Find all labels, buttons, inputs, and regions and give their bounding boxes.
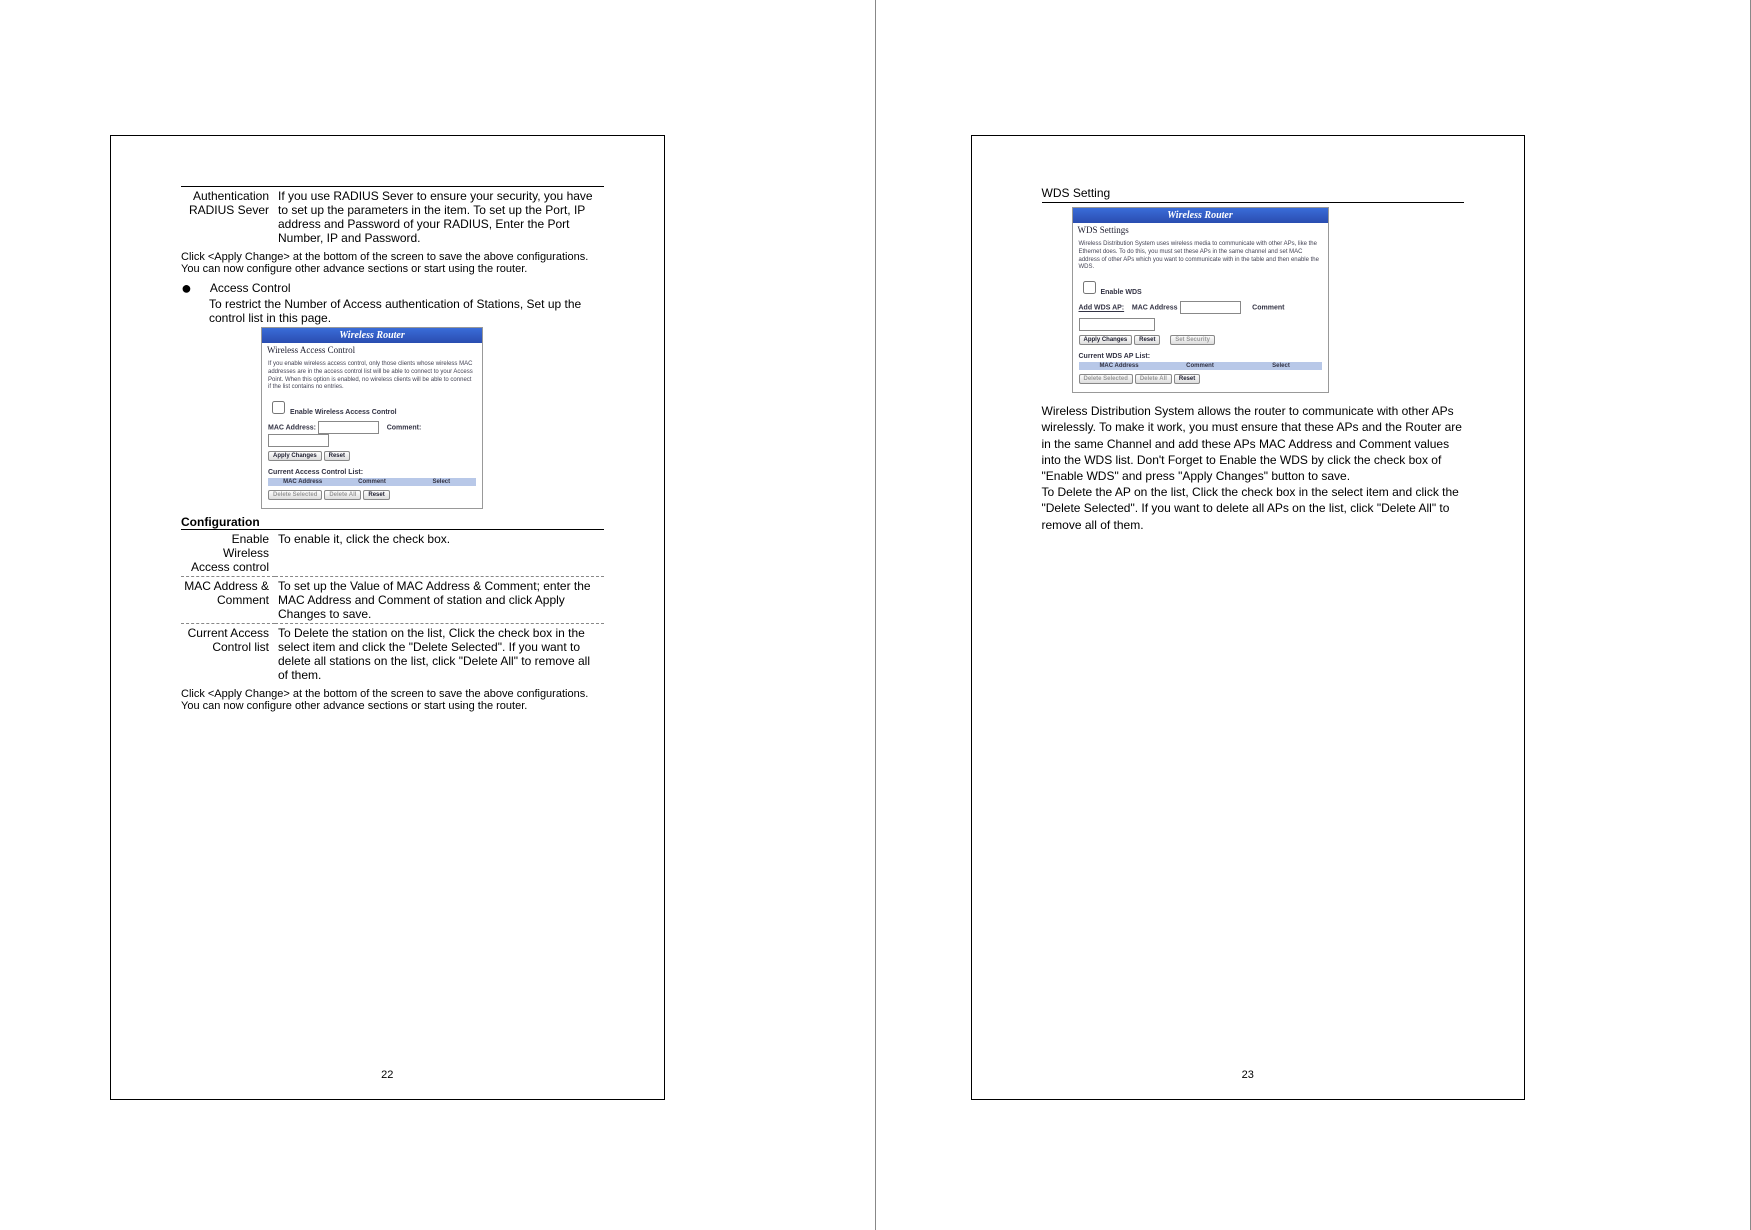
enable-wac-label: Enable Wireless Access Control [290,409,397,416]
bullet-icon: ● [181,283,192,293]
mac-input[interactable] [318,421,379,434]
reset-button[interactable]: Reset [1134,335,1160,345]
add-wds-label: Add WDS AP: [1079,305,1125,312]
col-mac: MAC Address [1079,363,1160,369]
auth-desc: If you use RADIUS Sever to ensure your s… [275,187,604,248]
wds-screenshot: Wireless Router WDS Settings Wireless Di… [1072,207,1329,393]
mac-label: MAC Address [1132,305,1178,312]
comment-label: Comment: [387,425,422,432]
row1-val: To enable it, click the check box. [275,530,604,577]
delete-selected-button[interactable]: Delete Selected [1079,374,1133,384]
page-23: WDS Setting Wireless Router WDS Settings… [876,0,1751,1230]
delete-all-button[interactable]: Delete All [1135,374,1172,384]
comment-input[interactable] [1079,318,1155,331]
ss-title: WDS Settings [1073,223,1328,237]
comment-label: Comment [1252,305,1284,312]
col-select: Select [1241,363,1322,369]
access-control-screenshot: Wireless Router Wireless Access Control … [261,327,483,509]
row2-val: To set up the Value of MAC Address & Com… [275,577,604,624]
reset2-button[interactable]: Reset [1174,374,1200,384]
auth-table: Authentication RADIUS Sever If you use R… [181,186,604,247]
list-title: Current WDS AP List: [1079,353,1322,360]
access-control-heading: ● Access Control [181,281,604,295]
delete-selected-button[interactable]: Delete Selected [268,490,322,500]
set-security-button[interactable]: Set Security [1170,335,1215,345]
config-table: Enable Wireless Access control To enable… [181,529,604,684]
apply-button[interactable]: Apply Changes [1079,335,1133,345]
row3-label: Current Access Control list [181,624,275,685]
list-header: MAC Address Comment Select [1079,362,1322,370]
ss-desc: If you enable wireless access control, o… [268,361,476,392]
page-22: Authentication RADIUS Sever If you use R… [0,0,876,1230]
apply-note-2: Click <Apply Change> at the bottom of th… [181,688,604,712]
auth-label: Authentication RADIUS Sever [181,187,275,248]
list-header: MAC Address Comment Select [268,478,476,486]
apply-note-1: Click <Apply Change> at the bottom of th… [181,251,604,275]
page-content: Authentication RADIUS Sever If you use R… [110,135,665,1100]
access-control-title: Access Control [210,281,291,295]
wds-hr [1042,202,1465,203]
access-desc: To restrict the Number of Access authent… [209,297,604,325]
row1-label: Enable Wireless Access control [181,530,275,577]
list-title: Current Access Control List: [268,469,476,476]
configuration-title: Configuration [181,515,604,529]
wds-setting-title: WDS Setting [1042,186,1465,200]
wds-paragraph-1: Wireless Distribution System allows the … [1042,403,1465,484]
page-number: 23 [972,1069,1525,1081]
enable-wac-checkbox[interactable] [272,401,285,414]
page-content: WDS Setting Wireless Router WDS Settings… [971,135,1526,1100]
page-number: 22 [111,1069,664,1081]
ss-title: Wireless Access Control [262,343,482,357]
apply-button[interactable]: Apply Changes [268,451,322,461]
row3-val: To Delete the station on the list, Click… [275,624,604,685]
delete-all-button[interactable]: Delete All [324,490,361,500]
reset2-button[interactable]: Reset [363,490,389,500]
ss-desc: Wireless Distribution System uses wirele… [1079,241,1322,272]
comment-input[interactable] [268,434,329,447]
mac-input[interactable] [1180,301,1241,314]
col-select: Select [407,479,476,485]
ss-brand: Wireless Router [262,328,482,343]
col-mac: MAC Address [268,479,337,485]
row2-label: MAC Address & Comment [181,577,275,624]
enable-wds-checkbox[interactable] [1083,281,1096,294]
mac-label: MAC Address: [268,425,316,432]
col-comment: Comment [337,479,406,485]
ss-brand: Wireless Router [1073,208,1328,223]
enable-wds-label: Enable WDS [1100,289,1141,296]
col-comment: Comment [1160,363,1241,369]
reset-button[interactable]: Reset [324,451,350,461]
wds-paragraph-2: To Delete the AP on the list, Click the … [1042,484,1465,533]
